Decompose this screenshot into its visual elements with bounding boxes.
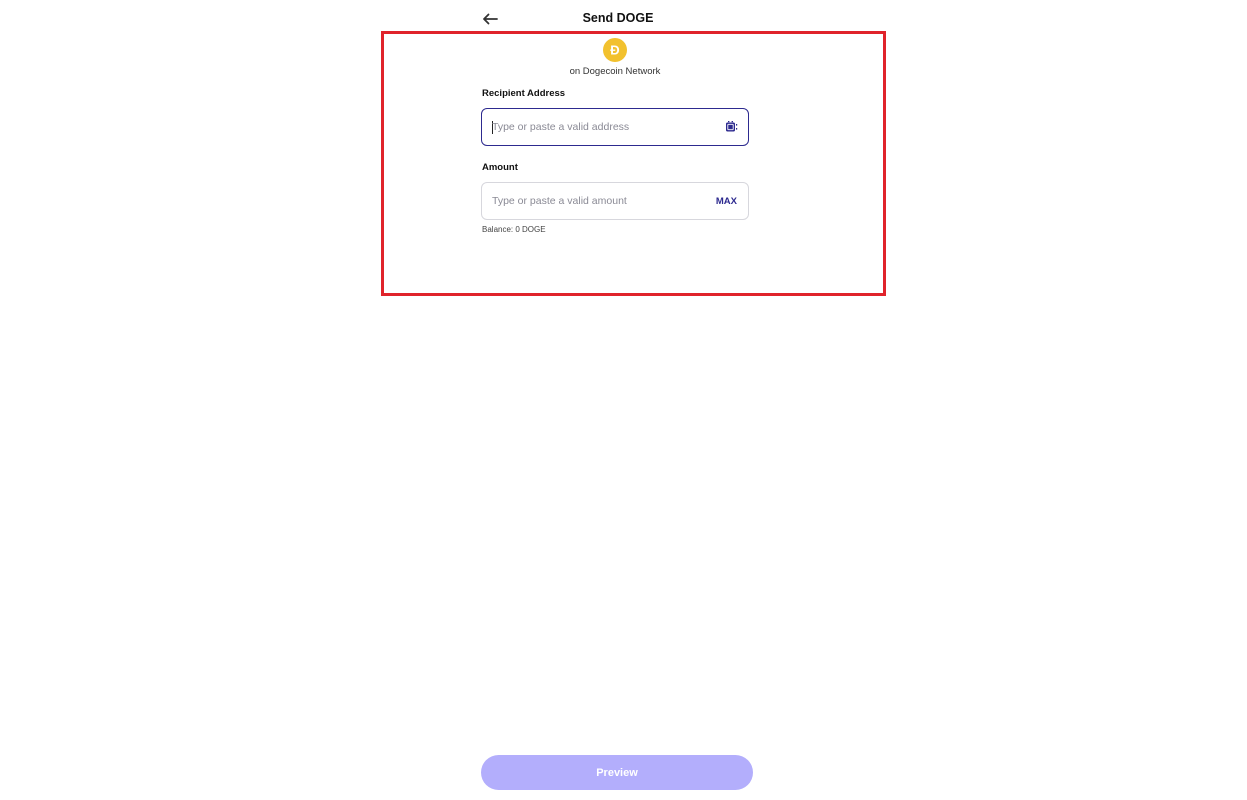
amount-input[interactable] xyxy=(492,183,702,219)
page-title: Send DOGE xyxy=(582,11,654,25)
recipient-address-field[interactable] xyxy=(481,108,749,146)
send-page: Send DOGE Ð on Dogecoin Network Recipien… xyxy=(0,0,1247,800)
scan-qr-button[interactable] xyxy=(724,120,738,134)
dogecoin-glyph-text: Ð xyxy=(610,43,619,58)
dogecoin-glyph: Ð xyxy=(610,43,619,58)
header: Send DOGE xyxy=(481,6,749,32)
recipient-address-label: Recipient Address xyxy=(482,88,566,99)
dogecoin-icon: Ð xyxy=(603,38,627,62)
network-label: on Dogecoin Network xyxy=(569,66,661,77)
amount-label: Amount xyxy=(482,162,518,173)
scan-icon xyxy=(726,121,738,132)
balance-text: Balance: 0 DOGE xyxy=(482,225,546,234)
amount-field[interactable]: MAX xyxy=(481,182,749,220)
preview-button[interactable]: Preview xyxy=(481,755,753,790)
recipient-address-input[interactable] xyxy=(492,109,702,145)
max-button[interactable]: MAX xyxy=(716,183,737,219)
